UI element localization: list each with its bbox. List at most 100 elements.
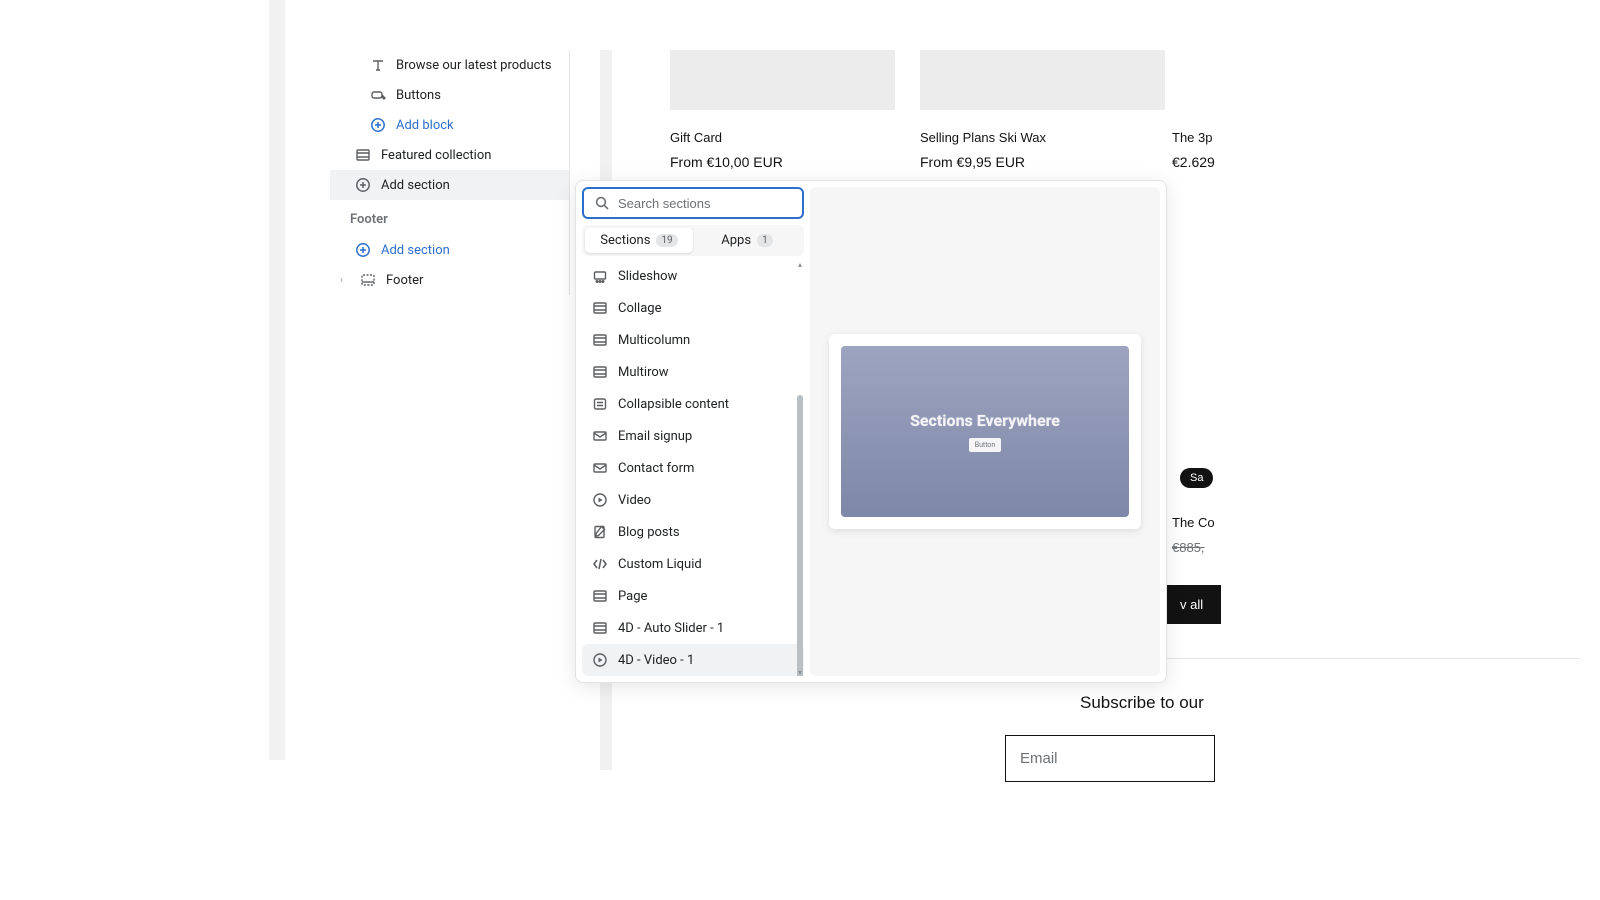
outline-item-featured-collection[interactable]: Featured collection	[330, 140, 569, 170]
plus-circle-icon	[355, 242, 371, 258]
collapsible-icon	[592, 396, 608, 412]
section-option-video[interactable]: Video	[582, 484, 804, 516]
add-block-button[interactable]: Add block	[330, 110, 569, 140]
section-icon	[592, 588, 608, 604]
product-price: €2.629	[1172, 154, 1215, 170]
plus-circle-icon	[370, 117, 386, 133]
section-picker-popover: Sections 19 Apps 1 ▴ Slideshow Collage	[575, 180, 1167, 683]
add-section-label: Add section	[381, 178, 450, 193]
section-picker-list-column: Sections 19 Apps 1 ▴ Slideshow Collage	[582, 187, 804, 676]
play-icon	[592, 652, 608, 668]
product-title[interactable]: The 3p	[1172, 130, 1212, 145]
view-all-button[interactable]: v all	[1162, 585, 1221, 624]
product-title[interactable]: The Co	[1172, 515, 1215, 530]
section-option-label: Email signup	[618, 429, 692, 444]
blog-icon	[592, 524, 608, 540]
section-icon	[592, 332, 608, 348]
outline-item-label: Buttons	[396, 88, 441, 103]
section-option-collapsible[interactable]: Collapsible content	[582, 388, 804, 420]
section-option-slideshow[interactable]: Slideshow	[582, 260, 804, 292]
section-option-multicolumn[interactable]: Multicolumn	[582, 324, 804, 356]
count-badge: 1	[757, 234, 773, 247]
section-option-label: Video	[618, 493, 651, 508]
search-sections-field[interactable]	[582, 187, 804, 219]
section-option-label: Multirow	[618, 365, 669, 380]
product-title[interactable]: Selling Plans Ski Wax	[920, 130, 1046, 145]
add-block-label: Add block	[396, 118, 454, 133]
outline-item-label: Browse our latest products	[396, 58, 551, 73]
section-icon	[355, 147, 371, 163]
section-option-email-signup[interactable]: Email signup	[582, 420, 804, 452]
section-option-4d-video[interactable]: 4D - Video - 1	[582, 644, 804, 676]
subscribe-heading: Subscribe to our	[1080, 693, 1204, 713]
footer-add-section-button[interactable]: Add section	[330, 235, 569, 265]
product-price: From €10,00 EUR	[670, 154, 783, 170]
section-icon	[592, 364, 608, 380]
search-input[interactable]	[618, 196, 792, 211]
outline-item-label: Featured collection	[381, 148, 491, 163]
section-list: ▴ Slideshow Collage Multicolumn Multirow	[582, 260, 804, 676]
section-option-label: Blog posts	[618, 525, 680, 540]
product-card-image[interactable]	[670, 50, 895, 110]
mail-icon	[592, 460, 608, 476]
chevron-right-icon: ›	[340, 275, 350, 286]
outline-item-label: Footer	[386, 273, 423, 288]
section-preview-pane: Sections Everywhere Button	[810, 187, 1160, 676]
section-option-4d-auto-slider[interactable]: 4D - Auto Slider - 1	[582, 612, 804, 644]
add-section-button[interactable]: Add section	[330, 170, 569, 200]
preview-sample-button: Button	[969, 438, 1002, 452]
section-option-label: Custom Liquid	[618, 557, 702, 572]
preview-title: Sections Everywhere	[910, 411, 1060, 430]
add-section-label: Add section	[381, 243, 450, 258]
section-option-label: Contact form	[618, 461, 694, 476]
mail-icon	[592, 428, 608, 444]
email-placeholder: Email	[1020, 750, 1058, 767]
footer-icon	[360, 272, 376, 288]
section-option-label: Slideshow	[618, 269, 677, 284]
play-icon	[592, 492, 608, 508]
scrollbar-thumb[interactable]	[797, 395, 803, 676]
scroll-down-arrow[interactable]: ▾	[796, 668, 804, 676]
tab-label: Sections	[600, 233, 650, 248]
section-preview-image: Sections Everywhere Button	[841, 346, 1128, 518]
section-option-label: 4D - Auto Slider - 1	[618, 621, 724, 636]
outline-item-heading-text[interactable]: Browse our latest products	[330, 50, 569, 80]
section-option-label: 4D - Video - 1	[618, 653, 694, 668]
section-option-custom-liquid[interactable]: Custom Liquid	[582, 548, 804, 580]
text-icon	[370, 57, 386, 73]
section-icon	[592, 300, 608, 316]
picker-tabs: Sections 19 Apps 1	[582, 225, 804, 256]
section-option-label: Collage	[618, 301, 661, 316]
section-preview-card: Sections Everywhere Button	[829, 334, 1141, 529]
section-option-label: Page	[618, 589, 647, 604]
product-compare-price: €885,	[1172, 540, 1205, 555]
outline-item-footer[interactable]: › Footer	[330, 265, 569, 295]
editor-gutter	[269, 0, 285, 760]
section-option-contact-form[interactable]: Contact form	[582, 452, 804, 484]
section-option-label: Collapsible content	[618, 397, 729, 412]
theme-outline-panel: Browse our latest products Buttons Add b…	[330, 50, 570, 295]
plus-circle-icon	[355, 177, 371, 193]
scroll-up-arrow[interactable]: ▴	[796, 260, 804, 268]
tab-apps[interactable]: Apps 1	[693, 228, 801, 253]
product-card-image[interactable]	[920, 50, 1165, 110]
product-title[interactable]: Gift Card	[670, 130, 722, 145]
sale-badge: Sa	[1180, 468, 1213, 488]
buttons-icon	[370, 87, 386, 103]
tab-sections[interactable]: Sections 19	[585, 228, 693, 253]
product-price: From €9,95 EUR	[920, 154, 1025, 170]
section-option-page[interactable]: Page	[582, 580, 804, 612]
outline-item-buttons[interactable]: Buttons	[330, 80, 569, 110]
section-icon	[592, 620, 608, 636]
footer-group-header: Footer	[330, 200, 569, 235]
section-option-label: Multicolumn	[618, 333, 690, 348]
section-option-collage[interactable]: Collage	[582, 292, 804, 324]
section-option-multirow[interactable]: Multirow	[582, 356, 804, 388]
search-icon	[594, 195, 610, 211]
tab-label: Apps	[721, 233, 751, 248]
section-option-blog-posts[interactable]: Blog posts	[582, 516, 804, 548]
count-badge: 19	[656, 234, 677, 247]
code-icon	[592, 556, 608, 572]
slideshow-icon	[592, 268, 608, 284]
email-input[interactable]: Email	[1005, 735, 1215, 782]
